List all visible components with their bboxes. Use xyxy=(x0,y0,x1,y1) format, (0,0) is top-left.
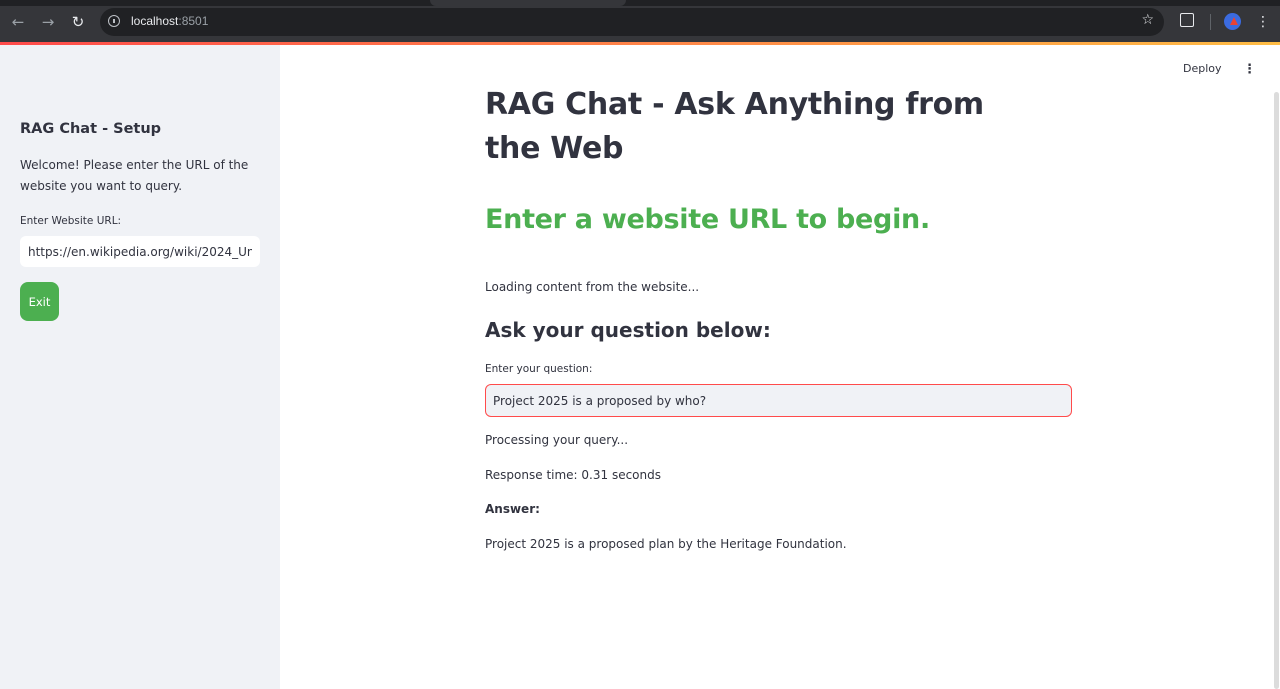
status-heading: Enter a website URL to begin. xyxy=(485,204,930,235)
bookmark-star-icon[interactable]: ☆ xyxy=(1141,12,1154,28)
site-info-icon[interactable] xyxy=(108,15,120,27)
app-menu-icon[interactable]: ⋮ xyxy=(1243,63,1256,76)
reload-icon[interactable]: ↻ xyxy=(68,12,88,32)
extensions-icon[interactable] xyxy=(1180,13,1194,27)
processing-message: Processing your query... xyxy=(485,433,629,447)
exit-button[interactable]: Exit xyxy=(20,282,59,321)
address-bar[interactable]: localhost:8501 ☆ xyxy=(100,8,1164,36)
url-port: :8501 xyxy=(178,14,209,28)
sidebar: RAG Chat - Setup Welcome! Please enter t… xyxy=(0,45,280,689)
tab-strip xyxy=(0,0,1280,6)
address-url[interactable]: localhost:8501 xyxy=(131,14,208,28)
toolbar-divider xyxy=(1210,14,1211,30)
active-tab[interactable] xyxy=(430,0,626,6)
main-scrollbar[interactable] xyxy=(1274,92,1279,689)
response-time-text: Response time: 0.31 seconds xyxy=(485,468,661,482)
loading-message: Loading content from the website... xyxy=(485,280,700,294)
ask-question-heading: Ask your question below: xyxy=(485,318,771,342)
profile-avatar[interactable] xyxy=(1224,13,1241,30)
browser-toolbar: ← → ↻ localhost:8501 ☆ ⋮ xyxy=(0,0,1280,44)
answer-text: Project 2025 is a proposed plan by the H… xyxy=(485,537,847,551)
question-input-label: Enter your question: xyxy=(485,363,593,375)
forward-arrow-icon[interactable]: → xyxy=(38,12,58,32)
website-url-input[interactable] xyxy=(20,236,260,267)
browser-menu-icon[interactable]: ⋮ xyxy=(1256,12,1270,32)
back-arrow-icon[interactable]: ← xyxy=(8,12,28,32)
answer-label: Answer: xyxy=(485,502,540,516)
question-input[interactable] xyxy=(485,384,1072,417)
sidebar-title: RAG Chat - Setup xyxy=(20,121,162,137)
url-input-label: Enter Website URL: xyxy=(20,215,122,227)
sidebar-welcome-text: Welcome! Please enter the URL of the web… xyxy=(20,158,249,193)
page-title: RAG Chat - Ask Anything from the Web xyxy=(485,87,984,166)
deploy-button[interactable]: Deploy xyxy=(1183,62,1222,75)
url-host: localhost xyxy=(131,14,179,28)
